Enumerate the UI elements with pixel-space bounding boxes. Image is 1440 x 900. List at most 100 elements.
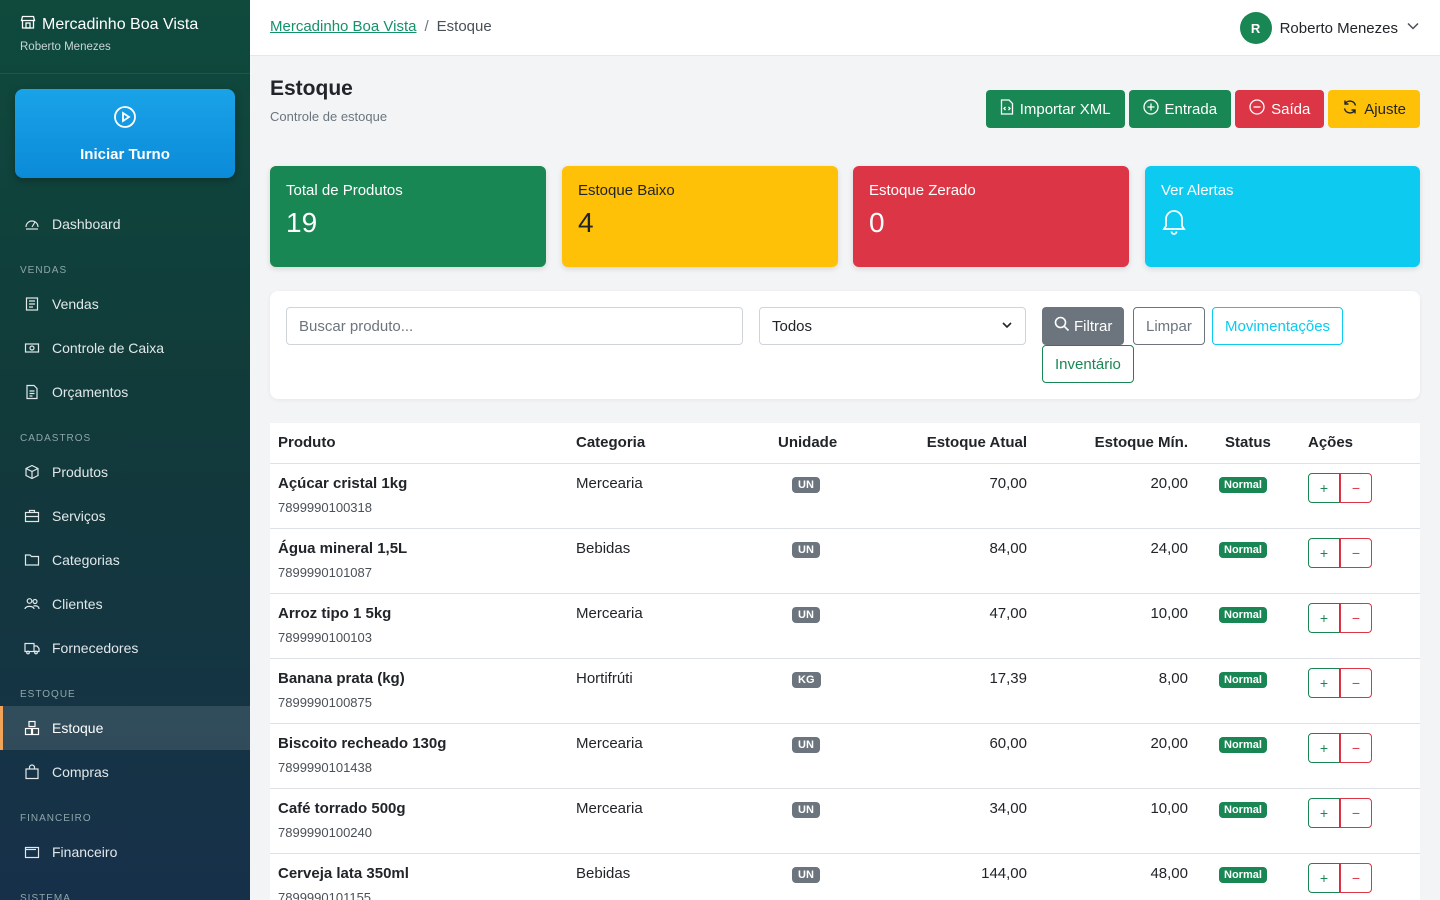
increase-stock-button[interactable]: + [1308, 863, 1340, 893]
sidebar-item-categorias[interactable]: Categorias [0, 538, 250, 582]
sidebar-item-clientes[interactable]: Clientes [0, 582, 250, 626]
nav-section-vendas: VENDAS [20, 265, 68, 276]
saida-button[interactable]: Saída [1235, 90, 1325, 128]
ajuste-label: Ajuste [1364, 100, 1406, 118]
product-code: 7899990100875 [278, 695, 372, 710]
sidebar-item-dashboard[interactable]: Dashboard [0, 202, 250, 246]
sidebar-item-label: Serviços [52, 508, 106, 524]
col-estoque-min: Estoque Mín. [1094, 434, 1188, 451]
search-input[interactable] [286, 307, 743, 345]
chevron-down-icon [1001, 318, 1013, 335]
sidebar-item-vendas[interactable]: Vendas [0, 282, 250, 326]
decrease-stock-button[interactable]: − [1340, 538, 1372, 568]
user-name: Roberto Menezes [1279, 19, 1398, 37]
sidebar-item-servicos[interactable]: Serviços [0, 494, 250, 538]
status-badge: Normal [1219, 542, 1267, 558]
increase-stock-button[interactable]: + [1308, 538, 1340, 568]
sidebar-item-label: Clientes [52, 596, 103, 612]
table-row: Açúcar cristal 1kg 7899990100318 Mercear… [270, 464, 1420, 529]
sidebar-item-label: Orçamentos [52, 384, 129, 400]
decrease-stock-button[interactable]: − [1340, 798, 1372, 828]
sidebar: Mercadinho Boa Vista Roberto Menezes Ini… [0, 0, 250, 900]
status-select-value: Todos [772, 317, 813, 335]
increase-stock-button[interactable]: + [1308, 733, 1340, 763]
product-name: Água mineral 1,5L [278, 540, 408, 557]
table-row: Água mineral 1,5L 7899990101087 Bebidas … [270, 529, 1420, 594]
importar-xml-button[interactable]: Importar XML [985, 90, 1125, 128]
sidebar-item-financeiro[interactable]: Financeiro [0, 830, 250, 874]
sidebar-item-orcamentos[interactable]: Orçamentos [0, 370, 250, 414]
col-categoria: Categoria [576, 434, 646, 451]
status-badge: Normal [1219, 802, 1267, 818]
decrease-stock-button[interactable]: − [1340, 603, 1372, 633]
wallet-icon [24, 844, 40, 860]
importar-xml-label: Importar XML [1019, 100, 1111, 118]
increase-stock-button[interactable]: + [1308, 473, 1340, 503]
sidebar-item-compras[interactable]: Compras [0, 750, 250, 794]
nav-section-sistema: SISTEMA [20, 893, 71, 900]
brand-title[interactable]: Mercadinho Boa Vista [20, 14, 230, 35]
stock-min: 24,00 [1150, 540, 1188, 557]
sidebar-item-label: Vendas [52, 296, 99, 312]
product-category: Bebidas [576, 865, 631, 882]
iniciar-turno-label: Iniciar Turno [80, 145, 170, 163]
sidebar-item-estoque[interactable]: Estoque [0, 706, 250, 750]
sidebar-item-label: Categorias [52, 552, 120, 568]
row-actions: + − [1308, 603, 1372, 633]
sidebar-item-fornecedores[interactable]: Fornecedores [0, 626, 250, 670]
product-category: Mercearia [576, 605, 643, 622]
increase-stock-button[interactable]: + [1308, 798, 1340, 828]
status-select[interactable]: Todos [759, 307, 1026, 345]
brand-name: Mercadinho Boa Vista [42, 15, 199, 33]
stock-min: 10,00 [1150, 800, 1188, 817]
play-circle-icon [113, 105, 137, 134]
nav-section-financeiro: FINANCEIRO [20, 813, 92, 824]
increase-stock-button[interactable]: + [1308, 603, 1340, 633]
iniciar-turno-button[interactable]: Iniciar Turno [15, 89, 235, 178]
decrease-stock-button[interactable]: − [1340, 733, 1372, 763]
product-category: Bebidas [576, 540, 631, 557]
page-title: Estoque [270, 77, 353, 100]
breadcrumb-current: Estoque [436, 18, 492, 35]
decrease-stock-button[interactable]: − [1340, 863, 1372, 893]
filter-card: Todos Filtrar Limpar Movimentações Inven… [270, 291, 1420, 399]
decrease-stock-button[interactable]: − [1340, 668, 1372, 698]
breadcrumb-root-link[interactable]: Mercadinho Boa Vista [270, 18, 416, 35]
document-icon [24, 384, 40, 400]
stock-current: 60,00 [989, 735, 1027, 752]
people-icon [24, 596, 40, 612]
receipt-icon [24, 296, 40, 312]
stat-value: 19 [286, 207, 318, 238]
ajuste-button[interactable]: Ajuste [1328, 90, 1420, 128]
inventario-button[interactable]: Inventário [1042, 345, 1134, 383]
row-actions: + − [1308, 473, 1372, 503]
search-icon [1054, 316, 1070, 336]
product-code: 7899990101087 [278, 565, 372, 580]
product-code: 7899990101155 [278, 890, 372, 900]
col-acoes: Ações [1308, 434, 1354, 451]
bag-icon [24, 764, 40, 780]
user-menu[interactable]: R Roberto Menezes [1239, 12, 1420, 44]
table-row: Biscoito recheado 130g 7899990101438 Mer… [270, 724, 1420, 789]
stat-ver-alertas[interactable]: Ver Alertas [1145, 166, 1420, 267]
sidebar-item-controle-caixa[interactable]: Controle de Caixa [0, 326, 250, 370]
unit-badge: UN [792, 802, 820, 818]
product-code: 7899990100318 [278, 500, 372, 515]
boxes-icon [24, 720, 40, 736]
filtrar-button[interactable]: Filtrar [1042, 307, 1125, 345]
sidebar-item-produtos[interactable]: Produtos [0, 450, 250, 494]
sidebar-item-label: Produtos [52, 464, 109, 480]
limpar-button[interactable]: Limpar [1133, 307, 1205, 345]
sidebar-item-label: Financeiro [52, 844, 118, 860]
entrada-label: Entrada [1164, 100, 1218, 118]
cash-icon [24, 340, 40, 356]
entrada-button[interactable]: Entrada [1128, 90, 1232, 128]
product-name: Biscoito recheado 130g [278, 735, 447, 752]
increase-stock-button[interactable]: + [1308, 668, 1340, 698]
product-name: Café torrado 500g [278, 800, 406, 817]
stat-total-produtos: Total de Produtos 19 [270, 166, 546, 267]
decrease-stock-button[interactable]: − [1340, 473, 1372, 503]
stock-current: 47,00 [989, 605, 1027, 622]
movimentacoes-button[interactable]: Movimentações [1212, 307, 1344, 345]
briefcase-icon [24, 508, 40, 524]
